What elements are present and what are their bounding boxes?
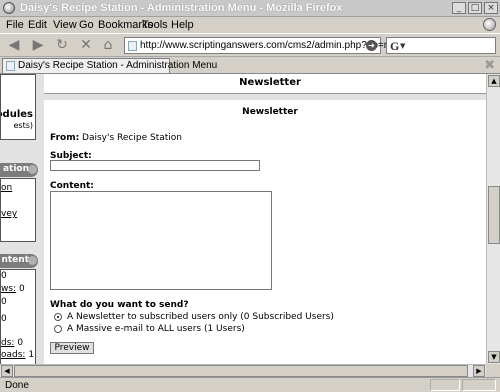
menu-go[interactable]: Go xyxy=(79,19,94,31)
firefox-icon xyxy=(3,2,15,14)
url-bar[interactable]: http://www.scriptinganswers.com/cms2/adm… xyxy=(124,37,429,54)
collapse-icon[interactable] xyxy=(28,256,37,265)
home-icon[interactable]: ⌂ xyxy=(98,37,118,54)
modules-subtitle: ests) xyxy=(13,121,33,130)
page-title: Newsletter xyxy=(239,77,301,88)
status-bar: Done xyxy=(0,377,500,392)
page-icon xyxy=(128,41,137,51)
menu-file[interactable]: File xyxy=(6,19,24,31)
tab-admin-menu[interactable]: Daisy's Recipe Station - Administration … xyxy=(2,58,217,73)
send-type-label: What do you want to send? xyxy=(50,300,189,310)
newsletter-form: Newsletter From: Daisy's Recipe Station … xyxy=(44,100,486,364)
modules-title: odules xyxy=(1,109,33,120)
subject-input[interactable] xyxy=(50,160,260,171)
status-text: Done xyxy=(5,380,29,391)
status-panel xyxy=(462,379,496,391)
page-icon xyxy=(6,61,15,71)
content-item: 0 xyxy=(1,314,7,324)
content-item: 0 xyxy=(1,271,7,281)
radio-all-users[interactable] xyxy=(54,325,62,333)
status-panel xyxy=(430,379,460,391)
tab-label: Daisy's Recipe Station - Administration … xyxy=(18,60,218,71)
search-box[interactable]: G ▼ xyxy=(386,37,496,54)
from-line: From: Daisy's Recipe Station xyxy=(50,133,182,143)
content-block-header: ntent xyxy=(0,254,38,268)
horizontal-scroll-thumb[interactable] xyxy=(14,365,468,377)
content-block: 0 ws: 0 0 0 ds: 0 oads: 1 xyxy=(0,269,36,364)
window-controls: _ □ × xyxy=(452,2,498,14)
scroll-up-icon[interactable]: ▲ xyxy=(488,75,500,87)
info-block: on vey xyxy=(0,178,36,242)
back-arrow-icon[interactable]: ◀ xyxy=(4,37,24,54)
menu-view[interactable]: View xyxy=(53,19,77,31)
modules-block: odules ests) xyxy=(0,74,36,140)
go-arrow-icon[interactable]: ➜ xyxy=(366,40,377,51)
menu-help[interactable]: Help xyxy=(171,19,194,31)
sidebar-link[interactable]: vey xyxy=(1,209,17,219)
close-window-button[interactable]: × xyxy=(484,2,498,14)
radio-all-users-label: A Massive e-mail to ALL users (1 Users) xyxy=(67,324,245,334)
left-sidebar: odules ests) ation on vey ntent 0 ws: 0 … xyxy=(0,74,38,364)
title-bar: Daisy's Recipe Station - Administration … xyxy=(0,0,500,17)
sidebar-link[interactable]: on xyxy=(1,183,12,193)
horizontal-scrollbar[interactable]: ◀ ▶ xyxy=(0,364,486,377)
chevron-down-icon[interactable]: ▼ xyxy=(400,42,405,50)
content-header-label: ntent xyxy=(1,255,29,265)
minimize-button[interactable]: _ xyxy=(452,2,466,14)
content-textarea[interactable] xyxy=(50,191,272,290)
navigation-toolbar: ◀ ▶ ↻ ✕ ⌂ http://www.scriptinganswers.co… xyxy=(0,33,500,57)
tab-bar: Daisy's Recipe Station - Administration … xyxy=(0,57,500,74)
scroll-left-icon[interactable]: ◀ xyxy=(1,365,13,377)
search-engine-icon[interactable]: G xyxy=(390,39,399,54)
menu-bar: File Edit View Go Bookmarks Tools Help xyxy=(0,17,500,33)
stop-icon[interactable]: ✕ xyxy=(76,37,96,54)
close-tab-icon[interactable]: ✖ xyxy=(484,58,495,73)
vertical-scroll-thumb[interactable] xyxy=(488,186,500,244)
scrollbar-corner xyxy=(486,364,500,377)
scroll-down-icon[interactable]: ▼ xyxy=(488,351,500,363)
throbber-icon xyxy=(483,18,496,31)
content-item: ds: 0 xyxy=(1,338,24,348)
content-item: oads: 1 xyxy=(1,350,35,360)
forward-arrow-icon[interactable]: ▶ xyxy=(28,37,48,54)
page-viewport: odules ests) ation on vey ntent 0 ws: 0 … xyxy=(0,74,486,364)
content-item: ws: 0 xyxy=(1,284,25,294)
from-value: Daisy's Recipe Station xyxy=(82,133,182,143)
info-header-label: ation xyxy=(2,164,29,174)
collapse-icon[interactable] xyxy=(28,165,37,174)
form-heading: Newsletter xyxy=(242,107,298,117)
content-label: Content: xyxy=(50,181,94,191)
page-title-box: Newsletter xyxy=(44,74,486,94)
window-title: Daisy's Recipe Station - Administration … xyxy=(20,2,343,14)
reload-icon[interactable]: ↻ xyxy=(52,37,72,54)
maximize-button[interactable]: □ xyxy=(468,2,482,14)
vertical-scrollbar[interactable]: ▲ ▼ xyxy=(486,74,500,364)
from-label: From: xyxy=(50,133,80,143)
preview-button[interactable]: Preview xyxy=(50,342,94,354)
menu-edit[interactable]: Edit xyxy=(28,19,47,31)
content-item: 0 xyxy=(1,297,7,307)
radio-subscribed[interactable] xyxy=(54,313,62,321)
menu-tools[interactable]: Tools xyxy=(142,19,168,31)
info-block-header: ation xyxy=(0,163,38,177)
radio-subscribed-label: A Newsletter to subscribed users only (0… xyxy=(67,312,334,322)
scroll-right-icon[interactable]: ▶ xyxy=(473,365,485,377)
